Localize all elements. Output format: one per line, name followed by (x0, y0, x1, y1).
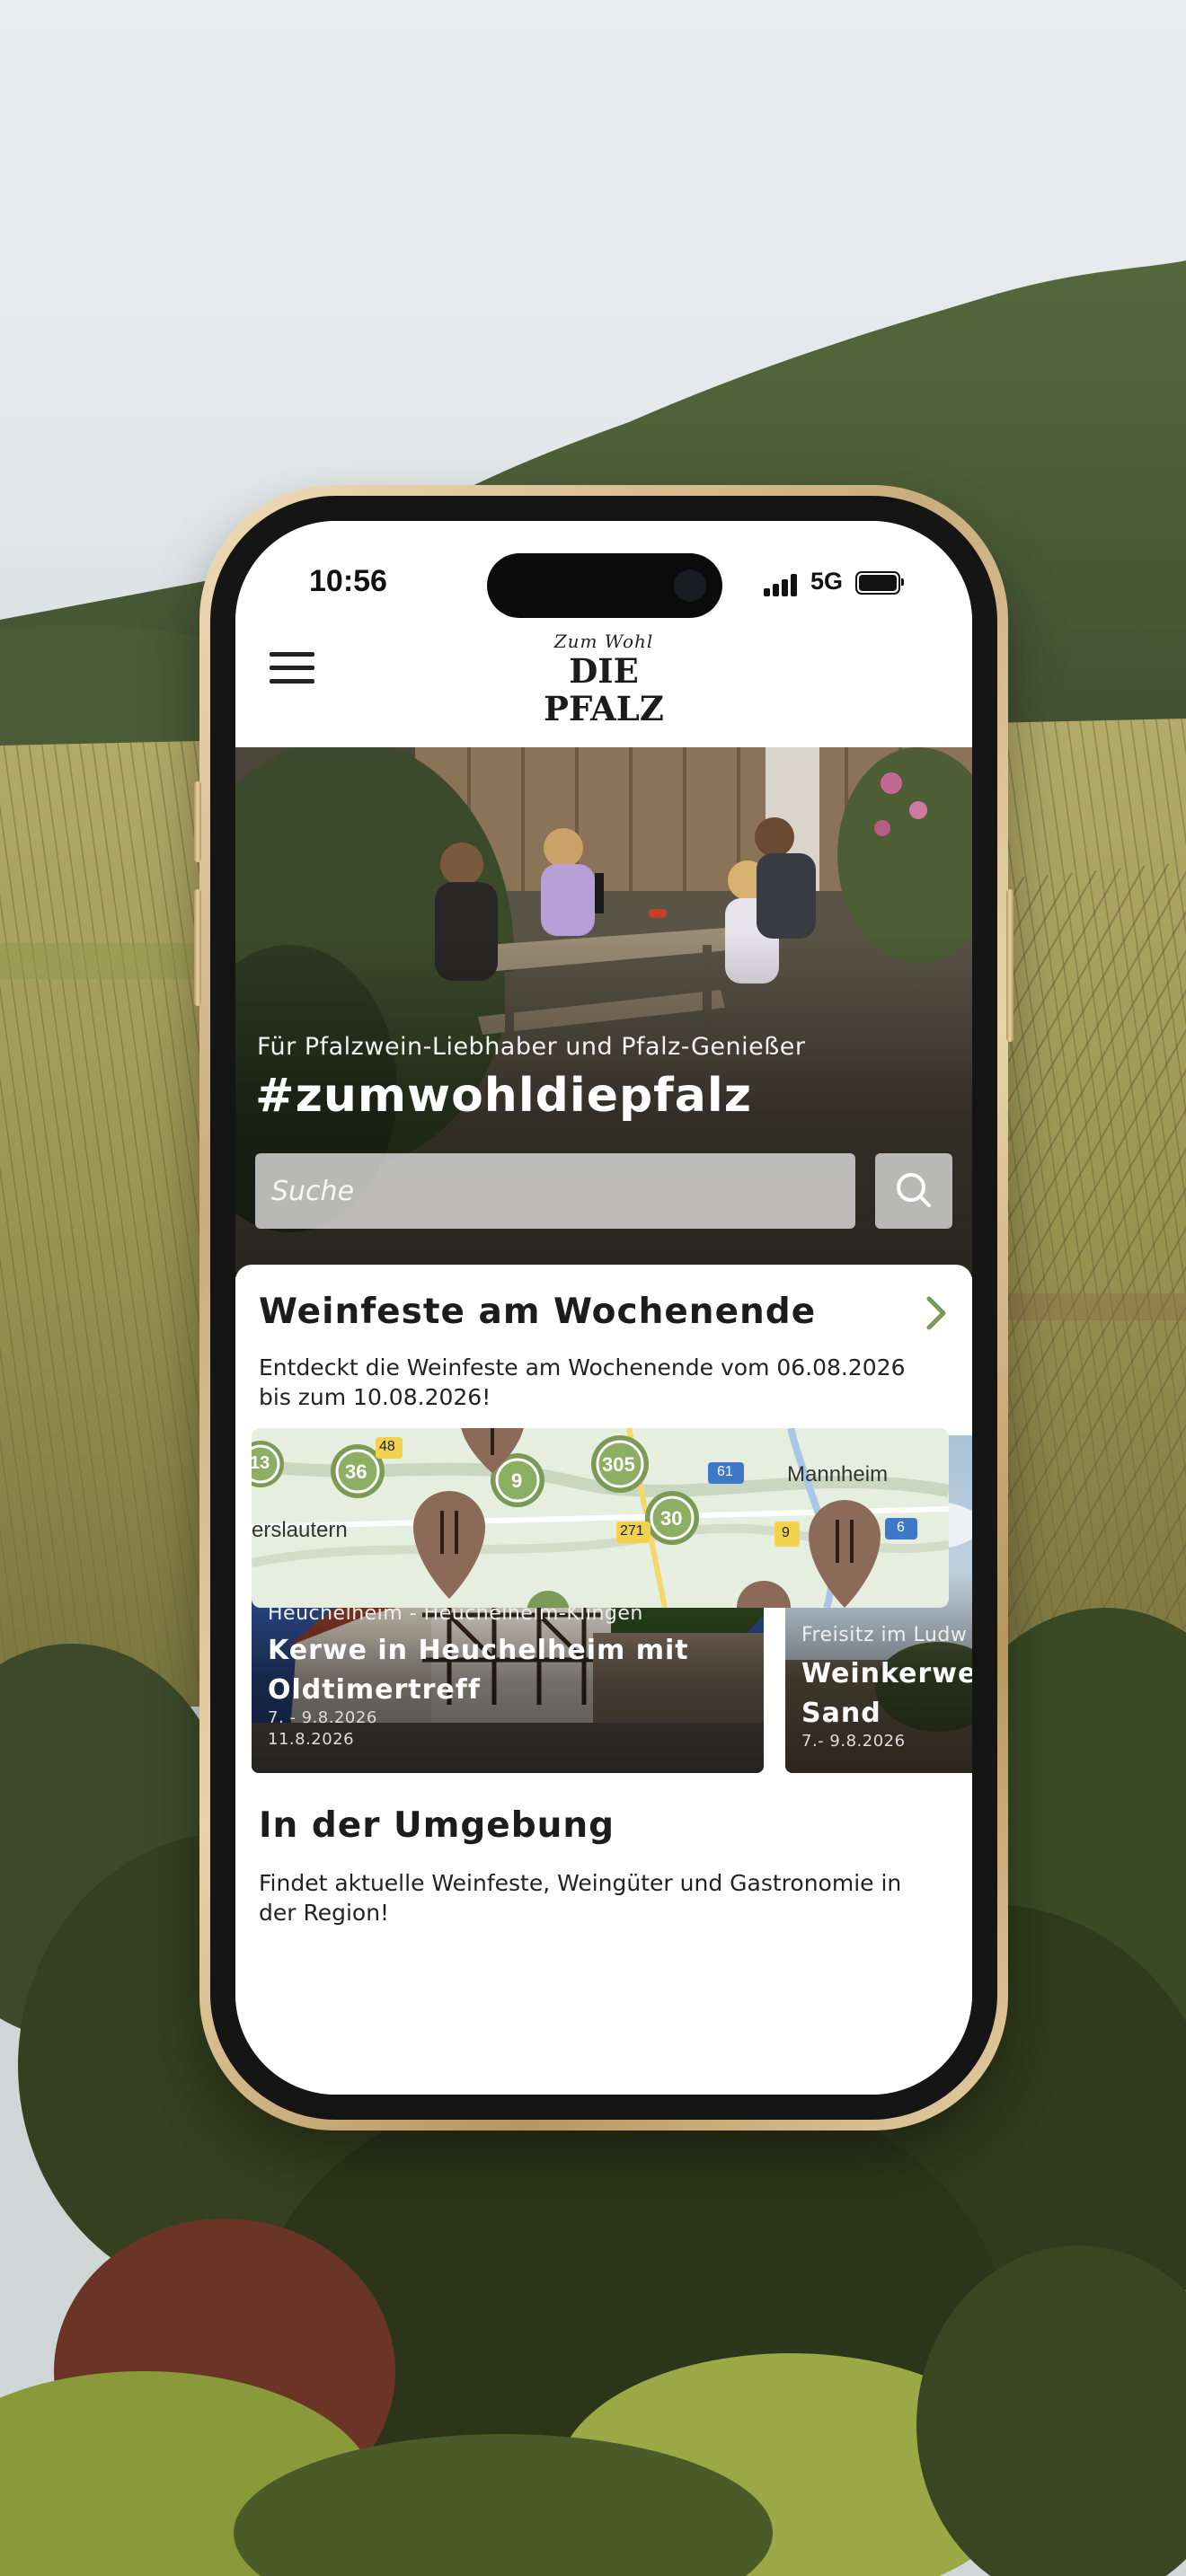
map-road-label: 48 (379, 1439, 395, 1454)
search-button[interactable] (875, 1153, 952, 1229)
event-location: Freisitz im Ludw (801, 1624, 968, 1646)
event-date: 7. - 9.8.2026 (268, 1708, 377, 1727)
search-input[interactable] (255, 1153, 855, 1229)
battery-icon (855, 571, 904, 595)
hero-subtitle: Für Pfalzwein-Liebhaber und Pfalz-Genieß… (257, 1033, 806, 1061)
signal-icon (764, 573, 803, 596)
map-tiles (252, 1428, 949, 1608)
map-city-label: Mannheim (787, 1462, 889, 1486)
event-date: 11.8.2026 (268, 1730, 355, 1749)
status-time: 10:56 (309, 564, 387, 598)
status-bar: 10:56 5G (235, 521, 972, 629)
event-date: 7.- 9.8.2026 (801, 1732, 906, 1751)
network-label: 5G (810, 568, 844, 595)
map-road-label: 271 (620, 1523, 644, 1539)
event-name: Kerwe in Heuchelheim mit Oldtimertreff (268, 1635, 689, 1706)
map-road-label: 9 (782, 1525, 790, 1540)
logo-main: DIE PFALZ (544, 651, 664, 728)
hero-title: #zumwohldiepfalz (255, 1069, 752, 1123)
map-cluster-count: 30 (660, 1507, 683, 1530)
phone-side-button (194, 781, 201, 862)
search-icon (897, 1173, 931, 1207)
section-desc-weinfeste: Entdeckt die Weinfeste am Wochenende vom… (259, 1354, 906, 1410)
app-logo[interactable]: Zum Wohl DIE PFALZ (505, 631, 703, 728)
phone-screen: 10:56 5G Zum Wohl DIE PFALZ Für Pfalzwei… (235, 521, 972, 2095)
hamburger-menu-icon[interactable] (270, 652, 316, 688)
phone-power-button (1006, 889, 1013, 1042)
map-cluster-count: 9 (511, 1469, 523, 1492)
map-city-label: erslautern (252, 1518, 348, 1542)
phone-volume-button (194, 889, 201, 1006)
camera (674, 569, 706, 602)
map-cluster-count: 13 (252, 1453, 270, 1473)
map-cluster-count: 36 (345, 1460, 367, 1483)
dynamic-island (487, 553, 722, 618)
section-title-umgebung: In der Umgebung (259, 1805, 615, 1846)
map-road-label: 6 (897, 1520, 905, 1535)
app-header: Zum Wohl DIE PFALZ (235, 620, 972, 747)
event-name: Weinkerwe Sand (801, 1658, 972, 1729)
phone-frame: 10:56 5G Zum Wohl DIE PFALZ Für Pfalzwei… (194, 485, 1013, 2130)
logo-script: Zum Wohl (553, 631, 654, 652)
map-cluster-count: 305 (602, 1453, 635, 1476)
region-map[interactable]: Mannheim erslautern 13 36 9 305 30 48 61… (252, 1428, 949, 1608)
chevron-right-icon[interactable] (918, 1293, 954, 1333)
content-area: Weinfeste am Wochenende Entdeckt die Wei… (235, 1265, 972, 2095)
hero-banner: Für Pfalzwein-Liebhaber und Pfalz-Genieß… (235, 747, 972, 1277)
section-desc-umgebung: Findet aktuelle Weinfeste, Weingüter und… (259, 1870, 902, 1926)
map-road-label: 61 (717, 1464, 733, 1479)
section-title-weinfeste: Weinfeste am Wochenende (259, 1292, 817, 1332)
